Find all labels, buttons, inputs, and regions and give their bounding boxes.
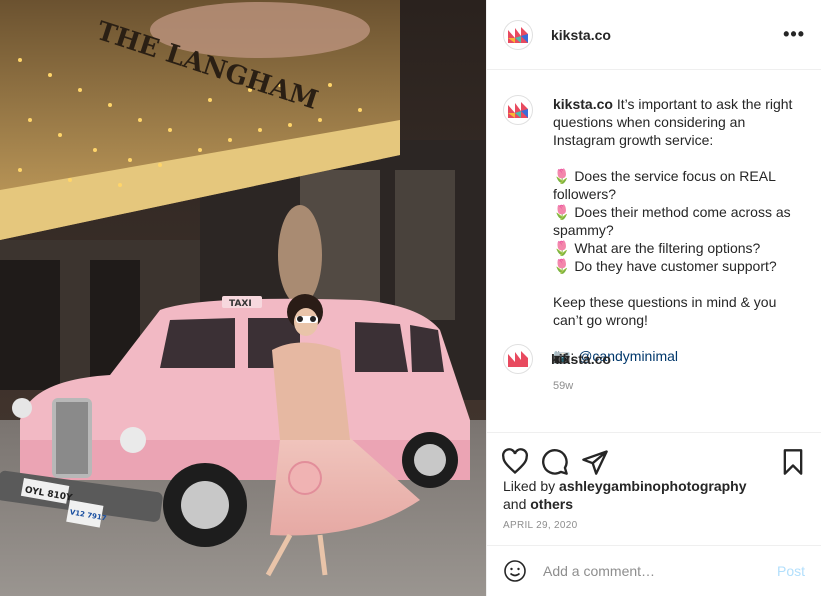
- question-4: 🌷 Do they have customer support?: [553, 258, 777, 274]
- question-1: 🌷 Does the service focus on REAL followe…: [553, 168, 776, 202]
- ellipsis-icon[interactable]: •••: [783, 24, 805, 45]
- post-header: kiksta.co •••: [487, 0, 821, 70]
- liked-by-user[interactable]: ashleygambinophotography: [559, 478, 746, 494]
- comment-icon[interactable]: [541, 448, 569, 476]
- comment-avatar[interactable]: [503, 344, 533, 374]
- caption-closing: Keep these questions in mind & you can’t…: [553, 294, 777, 328]
- post-date[interactable]: APRIL 29, 2020: [503, 520, 577, 531]
- emoji-icon[interactable]: [503, 559, 527, 583]
- post-photo[interactable]: THE LANGHAM TAXI OYL 810Y V12 7917: [0, 0, 486, 596]
- account-name[interactable]: kiksta.co: [551, 27, 611, 43]
- caption-area: kiksta.co It’s important to ask the righ…: [487, 70, 821, 432]
- caption-account[interactable]: kiksta.co: [553, 96, 613, 112]
- comment-input[interactable]: Add a comment…: [543, 563, 777, 579]
- kiksta-logo-icon: [508, 26, 528, 43]
- account-avatar[interactable]: [503, 19, 533, 50]
- post-button[interactable]: Post: [777, 563, 805, 579]
- comment-composer: Add a comment… Post: [487, 545, 821, 596]
- post-sidebar: kiksta.co ••• kiksta.co It’s important t…: [486, 0, 821, 596]
- likes-and: and: [503, 496, 527, 512]
- caption-age[interactable]: 59w: [553, 377, 793, 395]
- caption-text: kiksta.co It’s important to ask the righ…: [553, 95, 793, 432]
- photo-illustration: THE LANGHAM TAXI OYL 810Y V12 7917: [0, 0, 486, 596]
- caption-avatar[interactable]: [503, 95, 533, 125]
- next-comment: kiksta.co: [503, 344, 611, 374]
- comment-account[interactable]: kiksta.co: [551, 351, 611, 367]
- question-2: 🌷 Does their method come across as spamm…: [553, 204, 791, 238]
- question-3: 🌷 What are the filtering options?: [553, 240, 761, 256]
- likes-others-link[interactable]: others: [530, 496, 573, 512]
- heart-icon[interactable]: [501, 447, 529, 476]
- likes-summary: Liked by ashleygambinophotography and ot…: [503, 477, 763, 513]
- kiksta-logo-icon: [508, 351, 528, 367]
- likes-prefix: Liked by: [503, 478, 560, 494]
- share-icon[interactable]: [581, 448, 609, 476]
- taxi-sign: TAXI: [229, 299, 252, 309]
- action-bar: [487, 432, 821, 480]
- kiksta-logo-icon: [508, 102, 528, 118]
- bookmark-icon[interactable]: [779, 448, 807, 476]
- post-dialog: THE LANGHAM TAXI OYL 810Y V12 7917 kikst…: [0, 0, 821, 596]
